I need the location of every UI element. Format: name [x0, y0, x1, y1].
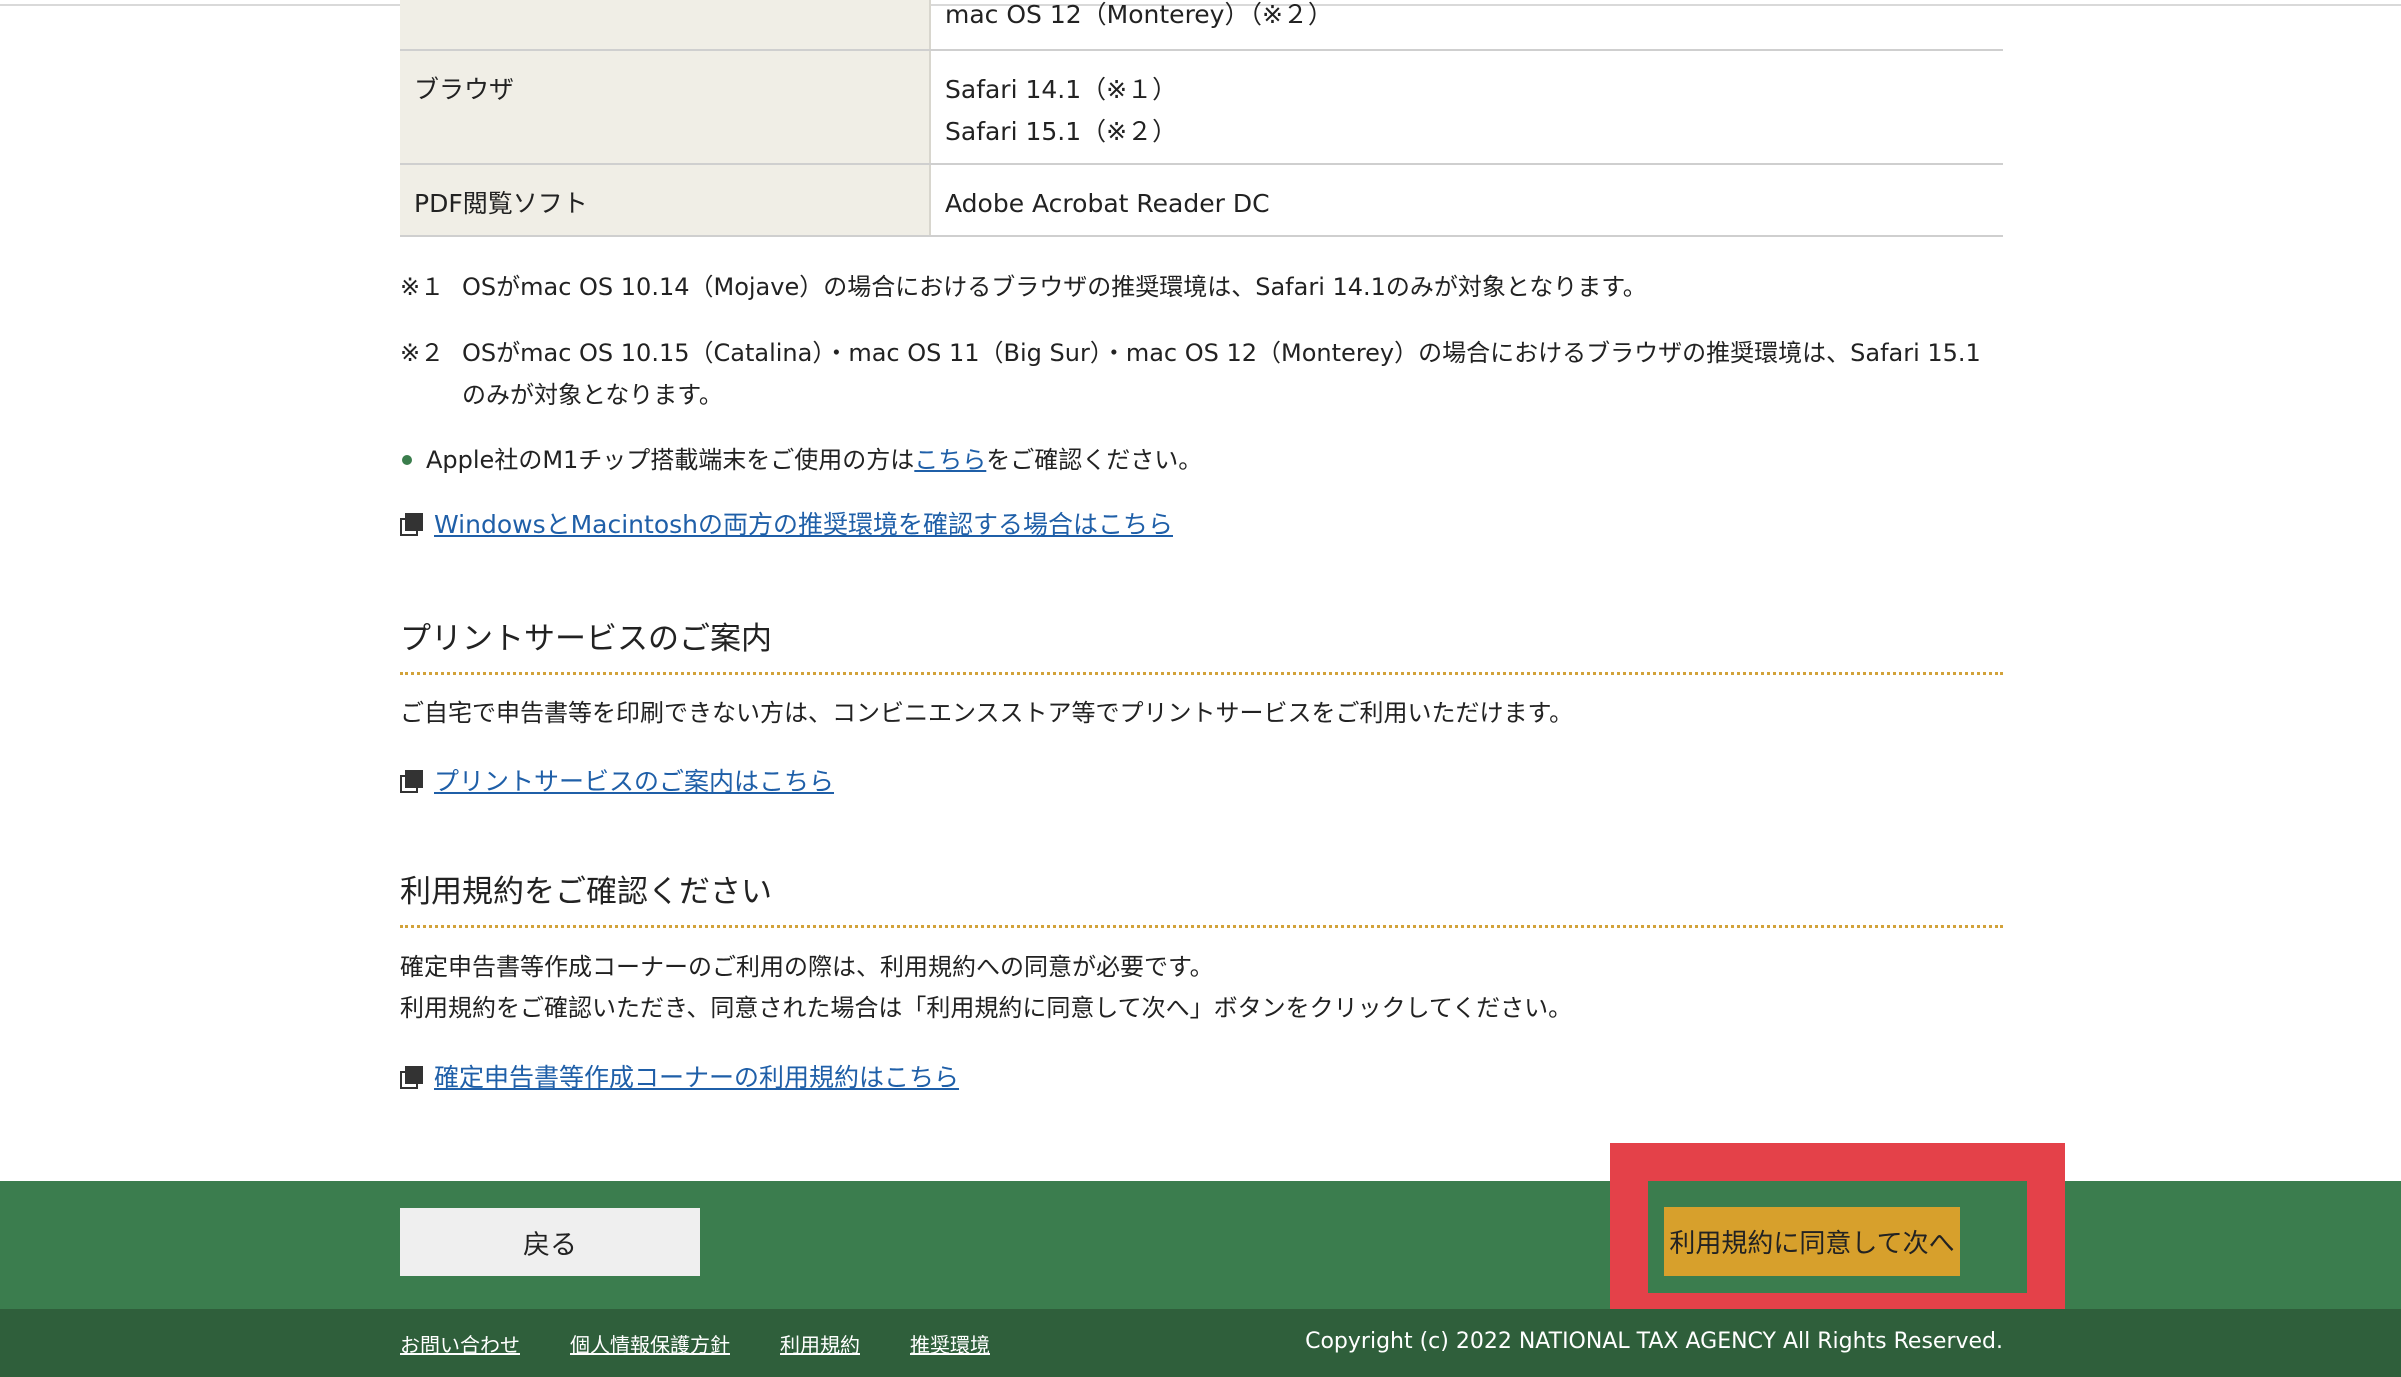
note-text: OSがmac OS 10.14（Mojave）の場合におけるブラウザの推奨環境は…: [462, 273, 1647, 301]
bullet-dot-icon: [402, 455, 412, 465]
browser-value: Safari 14.1（※１）: [945, 75, 1178, 104]
table-header-cell: ブラウザ: [400, 50, 931, 165]
both-env-link[interactable]: WindowsとMacintoshの両方の推奨環境を確認する場合はこちら: [434, 505, 1173, 541]
recommended-environment-table: mac OS 12（Monterey）（※２） ブラウザ Safari 14.1…: [400, 0, 2003, 237]
print-link-row: プリントサービスのご案内はこちら: [400, 762, 834, 798]
terms-section-title: 利用規約をご確認ください: [400, 866, 2003, 928]
footer-bottom-bar: お問い合わせ 個人情報保護方針 利用規約 推奨環境 Copyright (c) …: [0, 1309, 2401, 1377]
external-window-icon: [400, 1066, 423, 1089]
print-service-link[interactable]: プリントサービスのご案内はこちら: [434, 762, 834, 798]
both-env-link-row: WindowsとMacintoshの両方の推奨環境を確認する場合はこちら: [400, 505, 1173, 541]
footer-link-contact[interactable]: お問い合わせ: [400, 1329, 520, 1358]
print-section-text: ご自宅で申告書等を印刷できない方は、コンビニエンスストア等でプリントサービスをご…: [400, 699, 1574, 727]
table-header-cell: PDF閲覧ソフト: [400, 164, 931, 237]
terms-link-row: 確定申告書等作成コーナーの利用規約はこちら: [400, 1058, 959, 1094]
browser-label: ブラウザ: [414, 75, 515, 104]
page: mac OS 12（Monterey）（※２） ブラウザ Safari 14.1…: [0, 0, 2401, 1377]
table-value-cell: Safari 14.1（※１） Safari 15.1（※２）: [930, 50, 2003, 165]
footer-link-terms[interactable]: 利用規約: [780, 1329, 860, 1358]
footer-link-environment[interactable]: 推奨環境: [910, 1329, 990, 1358]
note-1: ※１ OSがmac OS 10.14（Mojave）の場合におけるブラウザの推奨…: [400, 266, 2003, 308]
os-value: mac OS 12（Monterey）（※２）: [945, 0, 1333, 29]
external-window-icon: [400, 513, 423, 536]
m1-notice-text-end: をご確認ください。: [986, 446, 1203, 474]
print-section-title: プリントサービスのご案内: [400, 613, 2003, 675]
m1-link[interactable]: こちら: [914, 439, 986, 481]
footer-link-privacy[interactable]: 個人情報保護方針: [570, 1329, 730, 1358]
table-value-cell: Adobe Acrobat Reader DC: [930, 164, 2003, 237]
table-value-cell: mac OS 12（Monterey）（※２）: [930, 0, 2003, 51]
table-row: PDF閲覧ソフト Adobe Acrobat Reader DC: [400, 164, 2003, 237]
footer-links: お問い合わせ 個人情報保護方針 利用規約 推奨環境: [400, 1329, 990, 1358]
table-row: ブラウザ Safari 14.1（※１） Safari 15.1（※２）: [400, 50, 2003, 165]
terms-link[interactable]: 確定申告書等作成コーナーの利用規約はこちら: [434, 1058, 959, 1094]
browser-value: Safari 15.1（※２）: [945, 117, 1178, 146]
pdf-value: Adobe Acrobat Reader DC: [945, 189, 1270, 218]
terms-text-1: 確定申告書等作成コーナーのご利用の際は、利用規約への同意が必要です。: [400, 953, 1214, 981]
terms-text-2: 利用規約をご確認いただき、同意された場合は「利用規約に同意して次へ」ボタンをクリ…: [400, 994, 1573, 1022]
main-content: mac OS 12（Monterey）（※２） ブラウザ Safari 14.1…: [400, 0, 2003, 1092]
highlight-box: [1610, 1143, 2065, 1331]
m1-notice: Apple社のM1チップ搭載端末をご使用の方は こちら をご確認ください。: [400, 439, 1202, 481]
table-header-cell: [400, 0, 931, 51]
note-2: ※２ OSがmac OS 10.15（Catalina）・mac OS 11（B…: [400, 332, 2003, 416]
note-text: OSがmac OS 10.15（Catalina）・mac OS 11（Big …: [462, 339, 1981, 409]
back-button[interactable]: 戻る: [400, 1208, 700, 1276]
table-row: mac OS 12（Monterey）（※２）: [400, 0, 2003, 51]
note-mark: ※１: [400, 273, 445, 301]
copyright: Copyright (c) 2022 NATIONAL TAX AGENCY A…: [1305, 1329, 2003, 1354]
pdf-label: PDF閲覧ソフト: [414, 189, 588, 218]
m1-notice-text: Apple社のM1チップ搭載端末をご使用の方は: [426, 446, 915, 474]
external-window-icon: [400, 770, 423, 793]
note-mark: ※２: [400, 339, 445, 367]
